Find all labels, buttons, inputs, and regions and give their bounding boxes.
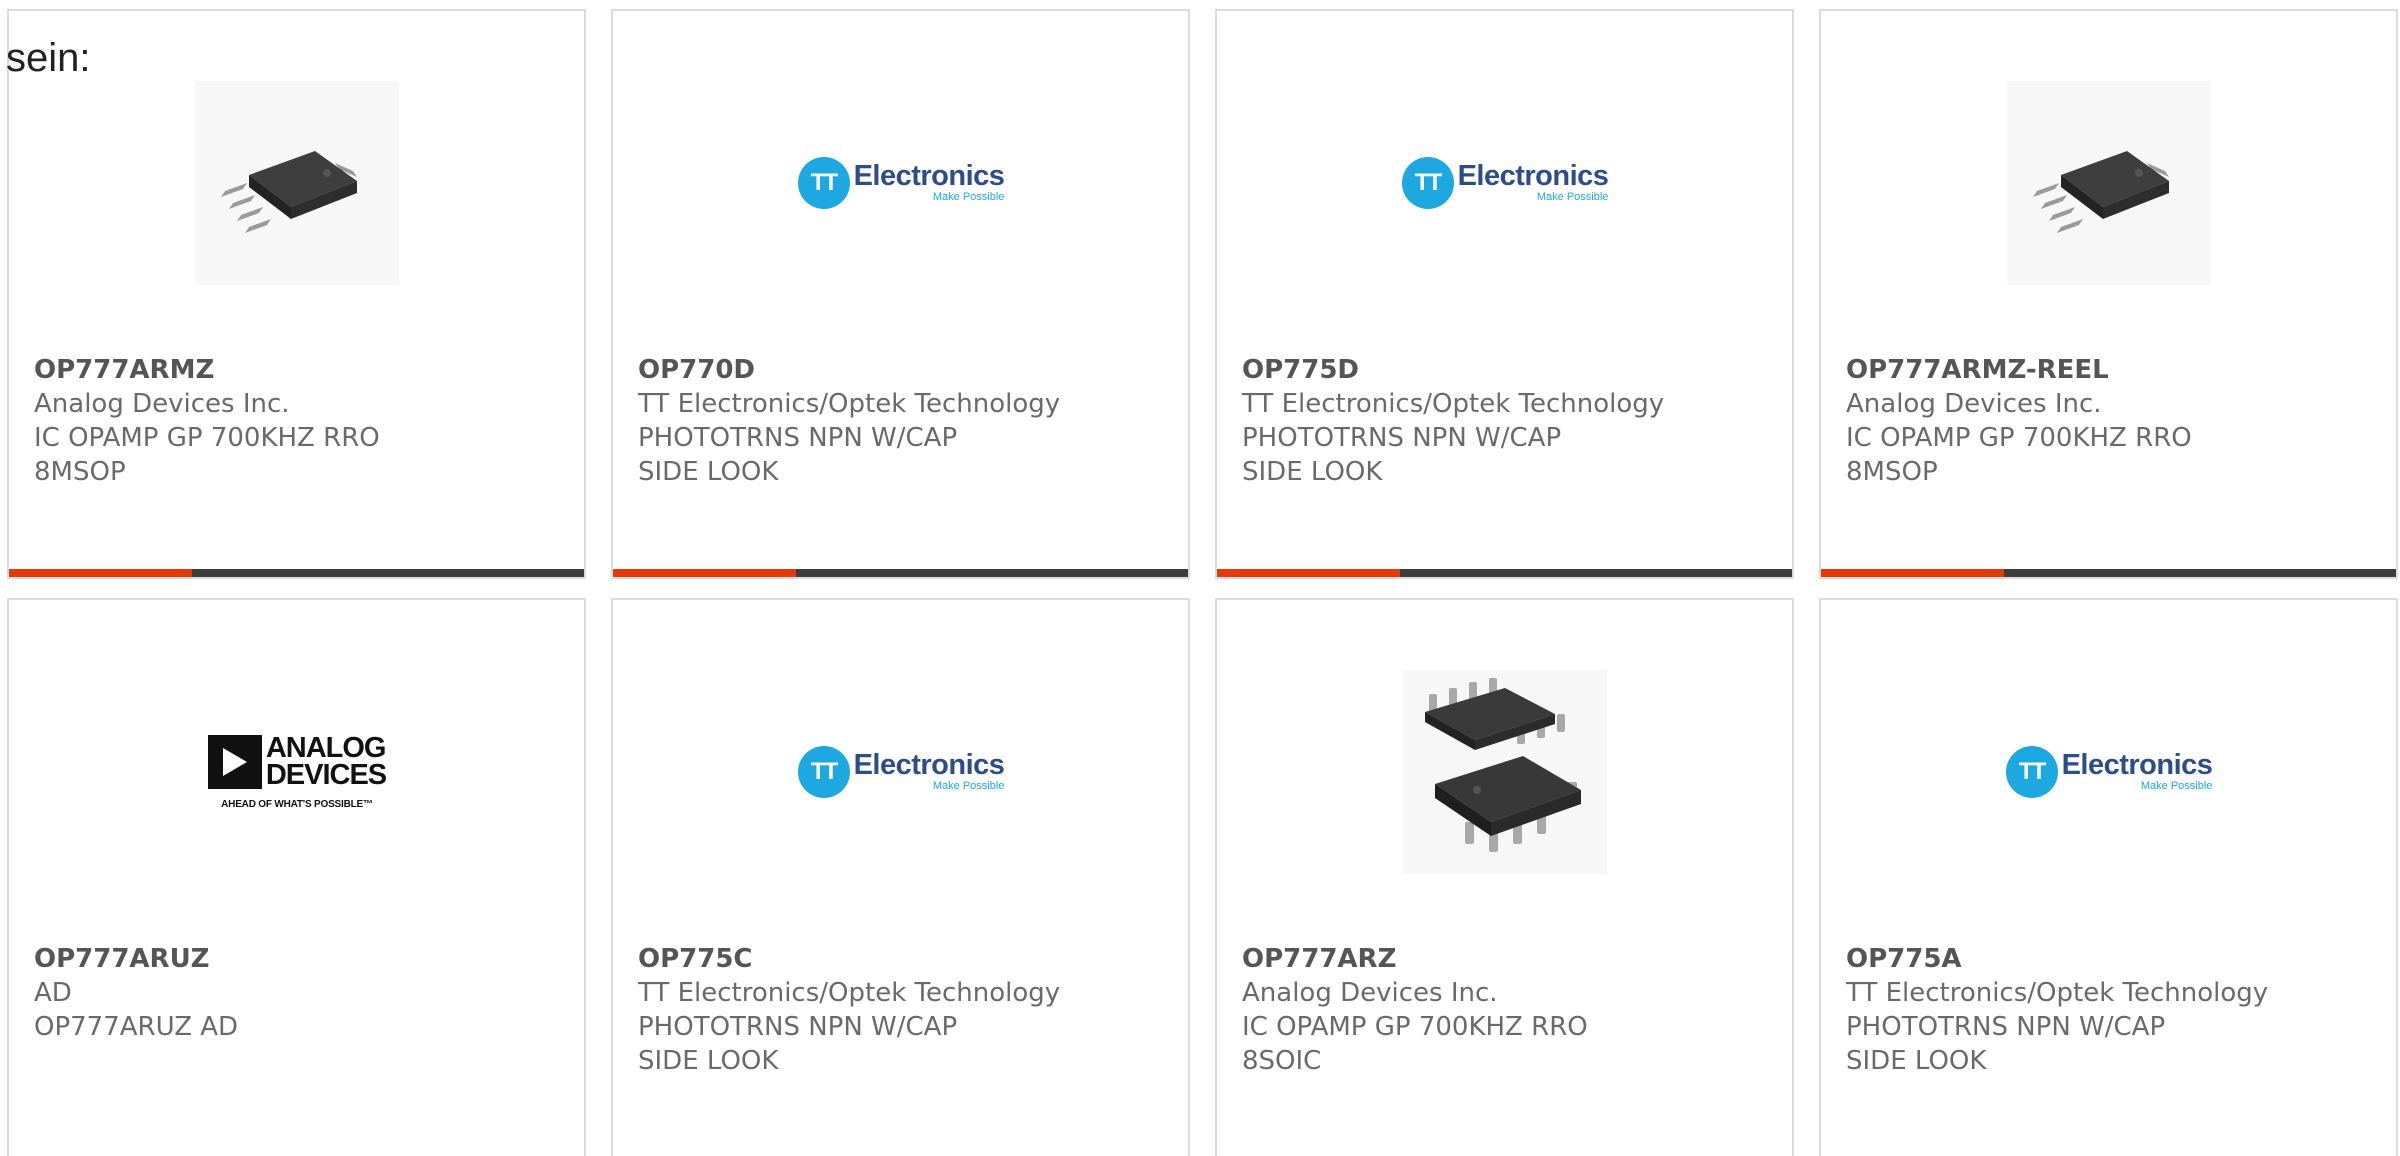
tt-logo-tagline: Make Possible (932, 779, 1005, 792)
description: IC OPAMP GP 700KHZ RRO 8MSOP (34, 423, 380, 487)
description: PHOTOTRNS NPN W/CAP SIDE LOOK (638, 1012, 958, 1076)
manufacturer: AD (34, 978, 72, 1008)
product-info: OP777ARMZ-REEL Analog Devices Inc. IC OP… (1846, 353, 2376, 489)
product-image[interactable]: TT Electronics Make Possible (797, 670, 1005, 874)
analog-devices-logo: ANALOG DEVICES AHEAD OF WHAT'S POSSIBLE™ (207, 731, 387, 810)
tt-electronics-logo: TT Electronics Make Possible (797, 746, 1005, 798)
part-number[interactable]: OP777ARMZ (34, 353, 564, 387)
product-card[interactable]: TT Electronics Make Possible OP775D TT E… (1215, 9, 1794, 579)
tt-logo-name: Electronics (853, 159, 1005, 192)
tt-logo-name: Electronics (1457, 159, 1609, 192)
tt-electronics-logo: TT Electronics Make Possible (1401, 157, 1609, 209)
tt-logo-mark: TT (2005, 746, 2058, 798)
manufacturer: TT Electronics/Optek Technology (638, 389, 1061, 419)
card-bar-accent (1217, 569, 1400, 577)
product-info: OP777ARZ Analog Devices Inc. IC OPAMP GP… (1242, 942, 1772, 1078)
manufacturer: TT Electronics/Optek Technology (1846, 978, 2269, 1008)
product-image[interactable]: ANALOG DEVICES AHEAD OF WHAT'S POSSIBLE™ (195, 670, 399, 874)
tt-logo-name: Electronics (2061, 748, 2213, 781)
product-image[interactable]: TT Electronics Make Possible (2005, 670, 2213, 874)
product-image[interactable] (1403, 670, 1607, 874)
part-number[interactable]: OP775D (1242, 353, 1772, 387)
card-bar (1821, 569, 2396, 577)
product-image[interactable] (195, 81, 399, 285)
soic-chips-icon (1425, 678, 1581, 852)
manufacturer: TT Electronics/Optek Technology (1242, 389, 1665, 419)
manufacturer: Analog Devices Inc. (1242, 978, 1498, 1008)
product-info: OP777ARMZ Analog Devices Inc. IC OPAMP G… (34, 353, 564, 489)
tt-logo-mark: TT (1401, 157, 1454, 209)
tt-logo-tagline: Make Possible (932, 190, 1005, 203)
part-number[interactable]: OP770D (638, 353, 1168, 387)
description: IC OPAMP GP 700KHZ RRO 8MSOP (1846, 423, 2192, 487)
tt-logo-tagline: Make Possible (1536, 190, 1609, 203)
card-bar (9, 569, 584, 577)
product-image[interactable]: TT Electronics Make Possible (797, 81, 1005, 285)
tt-logo-mark: TT (797, 157, 850, 209)
product-info: OP770D TT Electronics/Optek Technology P… (638, 353, 1168, 489)
card-bar-accent (613, 569, 796, 577)
part-number[interactable]: OP777ARUZ (34, 942, 564, 976)
product-info: OP777ARUZ AD OP777ARUZ AD (34, 942, 564, 1044)
product-image[interactable]: TT Electronics Make Possible (1401, 81, 1609, 285)
tt-electronics-logo: TT Electronics Make Possible (797, 157, 1005, 209)
ad-logo-tagline: AHEAD OF WHAT'S POSSIBLE™ (221, 798, 373, 810)
product-card[interactable]: ANALOG DEVICES AHEAD OF WHAT'S POSSIBLE™… (7, 598, 586, 1156)
product-card[interactable]: OP777ARMZ-REEL Analog Devices Inc. IC OP… (1819, 9, 2398, 579)
description: PHOTOTRNS NPN W/CAP SIDE LOOK (638, 423, 958, 487)
part-number[interactable]: OP777ARZ (1242, 942, 1772, 976)
product-info: OP775A TT Electronics/Optek Technology P… (1846, 942, 2376, 1078)
product-info: OP775D TT Electronics/Optek Technology P… (1242, 353, 1772, 489)
card-bar (1217, 569, 1792, 577)
tt-logo-mark: TT (797, 746, 850, 798)
description: OP777ARUZ AD (34, 1012, 239, 1042)
ad-logo-mark (207, 734, 262, 789)
card-bar-accent (9, 569, 192, 577)
ad-logo-line1: ANALOG (265, 731, 387, 764)
msop-chip-icon (221, 151, 357, 233)
msop-chip-icon (2033, 151, 2169, 233)
tt-logo-tagline: Make Possible (2140, 779, 2213, 792)
section-label: sein: (6, 36, 91, 80)
card-bar (613, 569, 1188, 577)
manufacturer: TT Electronics/Optek Technology (638, 978, 1061, 1008)
ad-logo-line2: DEVICES (265, 758, 387, 791)
part-number[interactable]: OP775A (1846, 942, 2376, 976)
product-card[interactable]: OP777ARMZ Analog Devices Inc. IC OPAMP G… (7, 9, 586, 579)
description: PHOTOTRNS NPN W/CAP SIDE LOOK (1242, 423, 1562, 487)
product-card[interactable]: TT Electronics Make Possible OP775C TT E… (611, 598, 1190, 1156)
manufacturer: Analog Devices Inc. (34, 389, 290, 419)
description: IC OPAMP GP 700KHZ RRO 8SOIC (1242, 1012, 1588, 1076)
product-grid-page: sein: OP777ARMZ Analog Devices Inc. IC O… (0, 0, 2400, 1156)
product-info: OP775C TT Electronics/Optek Technology P… (638, 942, 1168, 1078)
tt-logo-name: Electronics (853, 748, 1005, 781)
product-card[interactable]: OP777ARZ Analog Devices Inc. IC OPAMP GP… (1215, 598, 1794, 1156)
manufacturer: Analog Devices Inc. (1846, 389, 2102, 419)
product-image[interactable] (2007, 81, 2211, 285)
part-number[interactable]: OP775C (638, 942, 1168, 976)
tt-electronics-logo: TT Electronics Make Possible (2005, 746, 2213, 798)
card-bar-accent (1821, 569, 2004, 577)
product-card[interactable]: TT Electronics Make Possible OP775A TT E… (1819, 598, 2398, 1156)
product-card[interactable]: TT Electronics Make Possible OP770D TT E… (611, 9, 1190, 579)
part-number[interactable]: OP777ARMZ-REEL (1846, 353, 2376, 387)
description: PHOTOTRNS NPN W/CAP SIDE LOOK (1846, 1012, 2166, 1076)
